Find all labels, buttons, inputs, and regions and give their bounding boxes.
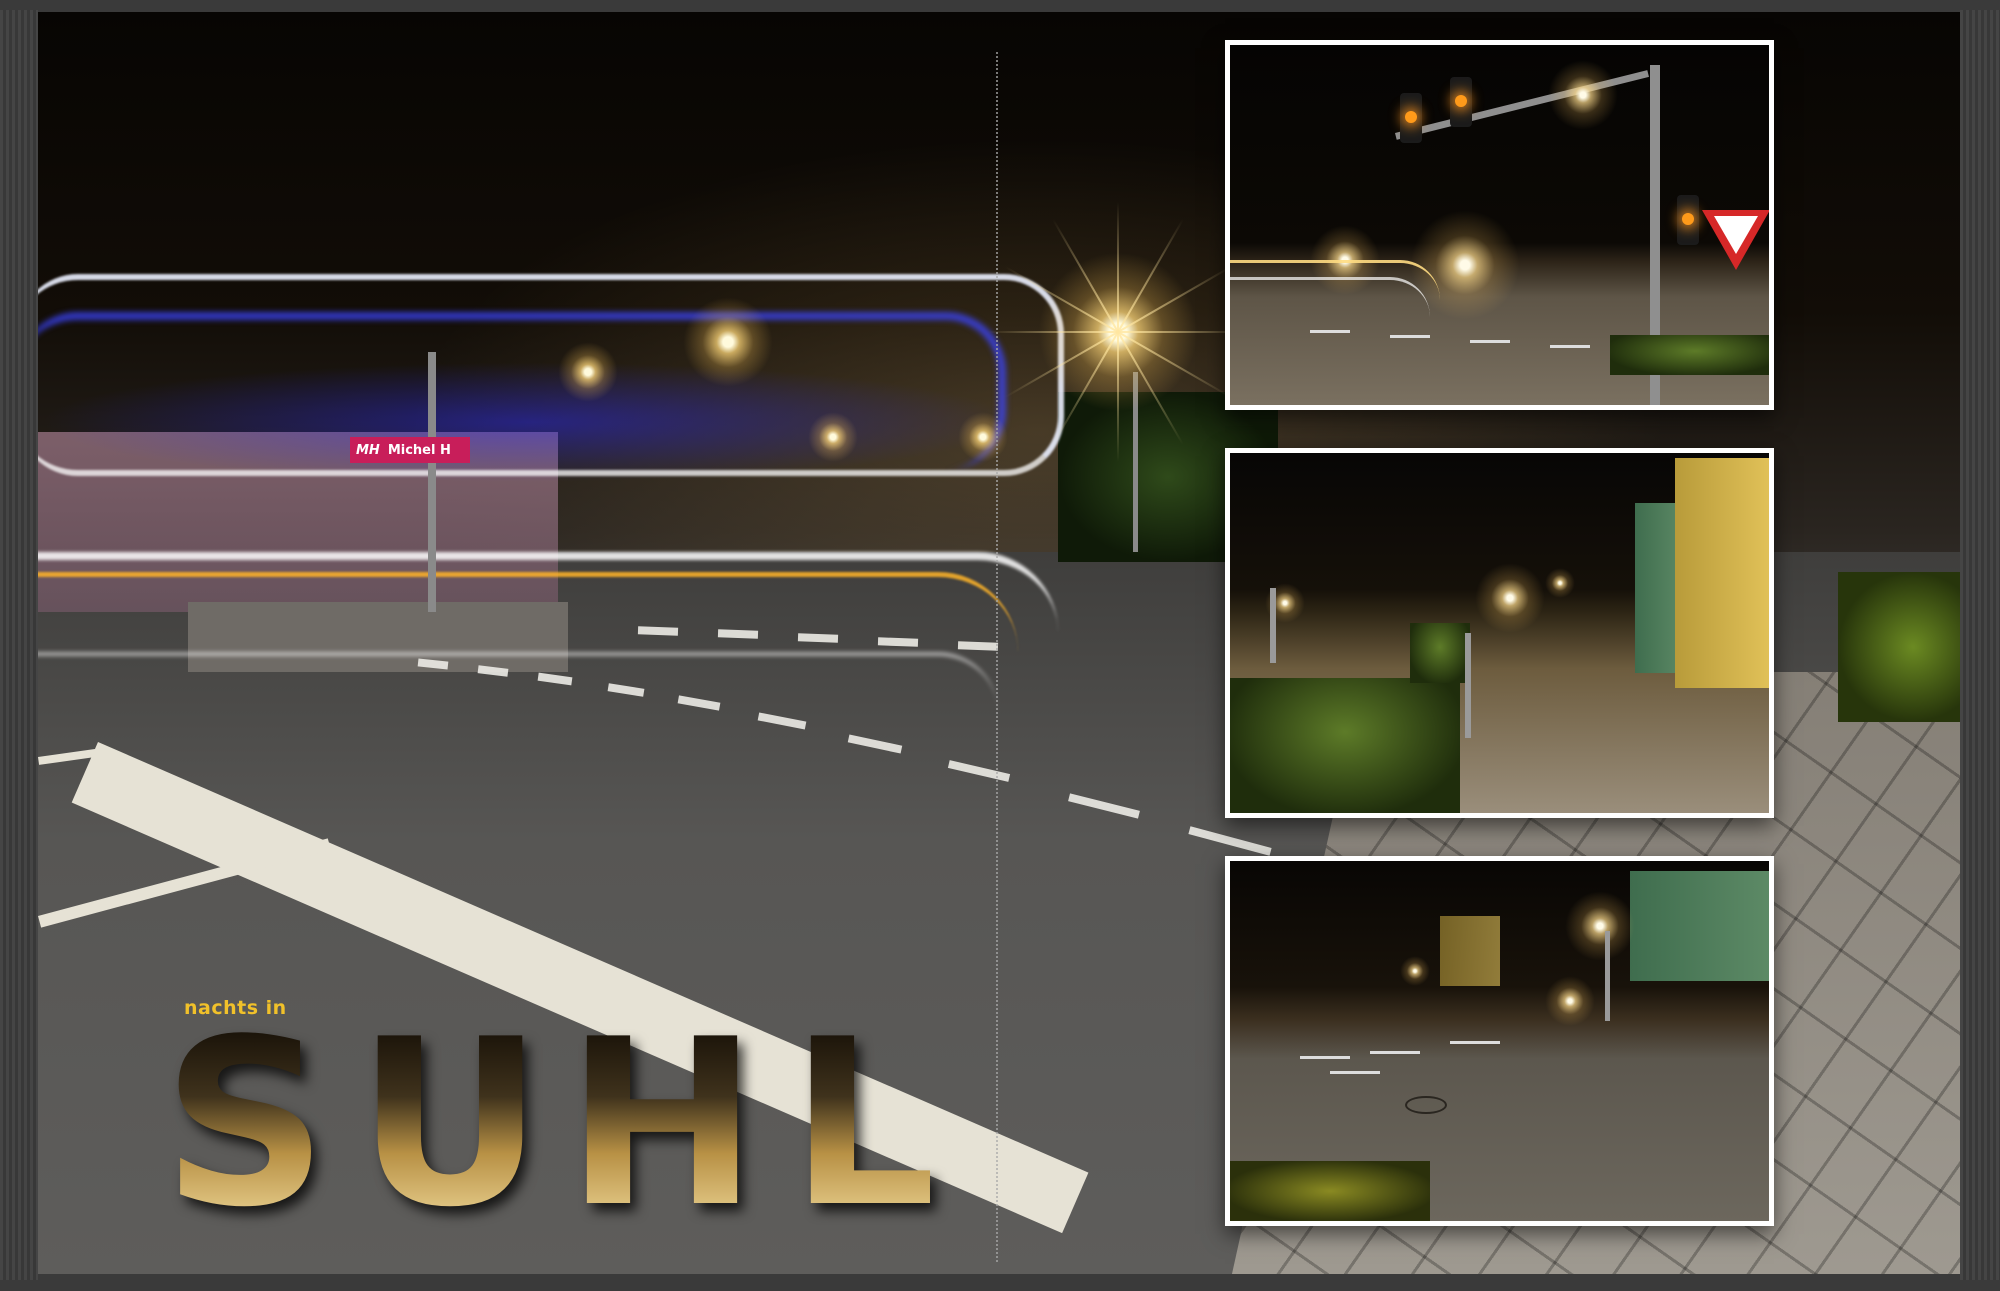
lane-dash [797, 633, 839, 643]
light-trail-faint [38, 652, 998, 736]
starburst-light-icon [988, 202, 1248, 462]
title-word[interactable]: S U H L [150, 1010, 980, 1240]
photo-traffic-light-intersection[interactable] [1225, 40, 1774, 410]
lane-dash [717, 629, 759, 639]
background-bushes [1838, 572, 1960, 722]
photo-book-editor: MH Michel H nachts in S U H L [0, 0, 2000, 1291]
yield-sign-icon [1702, 210, 1769, 270]
starburst-light-icon [683, 297, 773, 387]
starburst-light-icon [958, 412, 1008, 462]
billboard-logo: MH [356, 442, 380, 458]
light-trail-white [38, 274, 1064, 476]
photo-image [1230, 453, 1769, 813]
traffic-light-icon [1677, 195, 1699, 245]
title-letter-l: L [768, 1010, 958, 1240]
lane-dash [877, 637, 919, 647]
title-letter-h: H [562, 1010, 762, 1240]
title-letter-u: U [350, 1010, 550, 1240]
starburst-light-icon [808, 412, 858, 462]
traffic-light-icon [1450, 77, 1472, 127]
title-letter-s: S [150, 1010, 340, 1240]
right-scroll-rail[interactable] [1960, 10, 2000, 1280]
starburst-light-icon [558, 342, 618, 402]
billboard: MH Michel H [350, 437, 470, 463]
photo-image [1230, 45, 1769, 405]
photo-sidewalk-street[interactable] [1225, 448, 1774, 818]
lane-dash [957, 641, 999, 651]
photo-image [1230, 861, 1769, 1221]
signal-pole [428, 352, 436, 612]
lane-dash [637, 626, 679, 636]
traffic-light-icon [1400, 93, 1422, 143]
page-fold-guide [996, 52, 998, 1262]
left-scroll-rail[interactable] [0, 10, 38, 1280]
photo-street-junction[interactable] [1225, 856, 1774, 1226]
billboard-text: Michel H [387, 442, 451, 458]
